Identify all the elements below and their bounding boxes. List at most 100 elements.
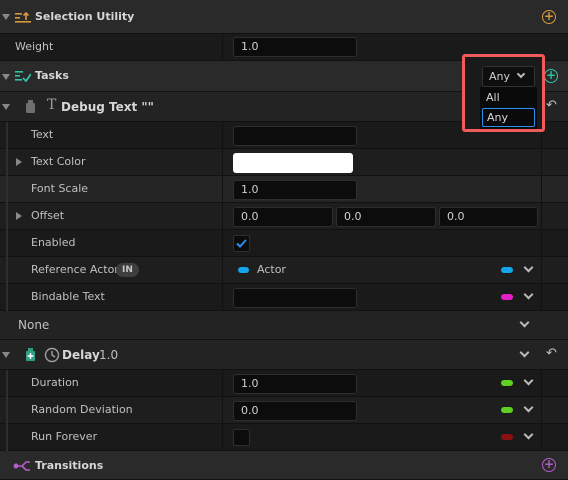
transitions-icon (13, 461, 30, 471)
collapse-arrow-icon[interactable] (2, 14, 10, 20)
tasks-selector-combobox[interactable]: Any (482, 66, 535, 87)
dropdown-option-all[interactable]: All (486, 91, 500, 104)
add-task-icon[interactable]: + (544, 69, 558, 83)
indent-guide (6, 257, 8, 284)
binding-pin-icon[interactable] (501, 434, 513, 440)
offset-y-field[interactable]: 0.0 (336, 207, 436, 227)
bindable-text-field[interactable] (233, 288, 357, 308)
selection-utility-header[interactable]: Selection Utility + (0, 0, 568, 34)
column-divider (222, 203, 223, 229)
column-divider (541, 284, 542, 310)
chevron-down-icon[interactable] (523, 429, 534, 440)
bindable-text-row: Bindable Text (0, 284, 568, 311)
binding-pin-icon[interactable] (501, 267, 513, 273)
text-color-swatch[interactable] (233, 153, 353, 173)
delay-header[interactable]: Delay 1.0 ↶ (0, 340, 568, 370)
collapse-arrow-icon[interactable] (2, 104, 10, 110)
indent-guide (6, 370, 8, 397)
indent-guide (6, 424, 8, 451)
column-divider (222, 230, 223, 256)
expand-arrow-icon[interactable] (16, 212, 22, 220)
column-divider (541, 230, 542, 256)
binding-pin-icon[interactable] (501, 294, 513, 300)
enabled-checkbox[interactable] (233, 235, 250, 252)
chevron-down-icon[interactable] (523, 375, 534, 386)
task-drag-icon[interactable] (25, 99, 36, 114)
chevron-down-icon (516, 69, 526, 79)
delay-title-value: 1.0 (99, 348, 119, 362)
delay-task-icon (26, 348, 35, 361)
column-divider (541, 176, 542, 202)
reset-icon[interactable]: ↶ (546, 98, 557, 113)
bindable-text-label: Bindable Text (31, 290, 105, 303)
collapse-arrow-icon[interactable] (2, 352, 10, 358)
clock-icon (44, 347, 60, 363)
delay-title: Delay (62, 348, 100, 362)
dropdown-option-any[interactable]: Any (482, 108, 535, 127)
tasks-selector-value: Any (489, 70, 511, 83)
duration-field[interactable]: 1.0 (233, 374, 357, 394)
chevron-down-icon[interactable] (519, 317, 530, 328)
indent-guide (6, 284, 8, 311)
none-label: None (18, 318, 50, 332)
transitions-title: Transitions (35, 459, 104, 472)
reference-actor-value: Actor (257, 263, 286, 276)
column-divider (541, 203, 542, 229)
binding-pin-icon[interactable] (501, 380, 513, 386)
indent-guide (6, 230, 8, 257)
expand-arrow-icon[interactable] (16, 158, 22, 166)
column-divider (541, 424, 542, 450)
column-divider (222, 284, 223, 310)
font-scale-row: Font Scale 1.0 (0, 176, 568, 203)
dropdown-highlight-box: Any All Any (462, 54, 545, 132)
weight-field[interactable]: 1.0 (233, 37, 357, 57)
text-type-icon: T (47, 97, 57, 113)
indent-guide (6, 176, 8, 203)
collapse-arrow-icon[interactable] (2, 74, 10, 80)
offset-row: Offset 0.0 0.0 0.0 (0, 203, 568, 230)
font-scale-label: Font Scale (31, 182, 89, 195)
run-forever-label: Run Forever (31, 430, 98, 443)
run-forever-checkbox[interactable] (233, 429, 250, 446)
text-label: Text (31, 128, 54, 141)
column-divider (541, 370, 542, 396)
tasks-icon (15, 71, 31, 82)
text-field[interactable] (233, 126, 357, 146)
random-deviation-label: Random Deviation (31, 403, 133, 416)
column-divider (541, 149, 542, 175)
offset-x-field[interactable]: 0.0 (233, 207, 333, 227)
chevron-down-icon[interactable] (519, 347, 530, 358)
dropdown-menu: All Any (480, 87, 537, 129)
debug-text-title: Debug Text "" (61, 100, 154, 114)
column-divider (222, 122, 223, 148)
chevron-down-icon[interactable] (523, 402, 534, 413)
indent-guide (6, 397, 8, 424)
add-selection-utility-icon[interactable]: + (542, 10, 556, 24)
tasks-title: Tasks (35, 69, 69, 82)
column-divider (541, 397, 542, 423)
transitions-header[interactable]: Transitions + (0, 451, 568, 480)
selection-utility-icon (15, 11, 31, 23)
font-scale-field[interactable]: 1.0 (233, 180, 357, 200)
reset-icon[interactable]: ↶ (546, 346, 557, 361)
enabled-row: Enabled (0, 230, 568, 257)
column-divider (222, 149, 223, 175)
checkmark-icon (236, 239, 247, 248)
random-deviation-field[interactable]: 0.0 (233, 401, 357, 421)
indent-guide (6, 149, 8, 176)
chevron-down-icon[interactable] (523, 289, 534, 300)
column-divider (222, 424, 223, 450)
none-row[interactable]: None (0, 311, 568, 340)
text-color-row: Text Color (0, 149, 568, 176)
add-transition-icon[interactable]: + (542, 458, 556, 472)
reference-actor-label: Reference Actor (31, 263, 119, 276)
duration-label: Duration (31, 376, 79, 389)
column-divider (222, 34, 223, 60)
chevron-down-icon[interactable] (523, 262, 534, 273)
enabled-label: Enabled (31, 236, 76, 249)
binding-pin-icon[interactable] (501, 407, 513, 413)
indent-guide (6, 203, 8, 230)
column-divider (222, 176, 223, 202)
run-forever-row: Run Forever (0, 424, 568, 451)
offset-z-field[interactable]: 0.0 (439, 207, 538, 227)
